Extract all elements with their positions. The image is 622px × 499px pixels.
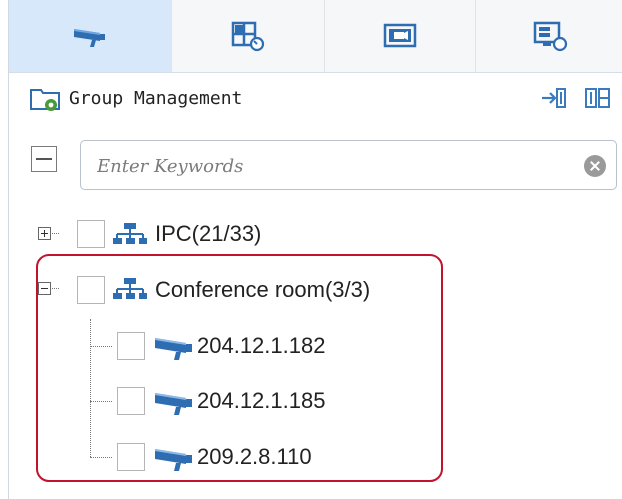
- video-wall-icon: [383, 23, 417, 48]
- import-icon[interactable]: [539, 86, 569, 110]
- camera-icon: [155, 393, 192, 415]
- tree-group-label[interactable]: Conference room(3/3): [155, 277, 370, 303]
- group-management-panel: Group Management Enter Keywords IPC(21/3…: [8, 0, 622, 499]
- tab-camera[interactable]: [9, 0, 172, 72]
- tree-connector: [90, 319, 91, 457]
- tree-connector: [90, 346, 112, 347]
- group-settings-folder-icon: [30, 89, 60, 111]
- checkbox-device[interactable]: [117, 443, 145, 471]
- checkbox-ipc[interactable]: [77, 220, 105, 248]
- camera-icon: [155, 338, 192, 360]
- clear-search-icon[interactable]: [584, 155, 606, 177]
- tree-connector: [52, 288, 59, 289]
- screen-refresh-icon: [533, 21, 567, 52]
- search-input[interactable]: [95, 151, 569, 181]
- tree-connector: [90, 401, 112, 402]
- device-label[interactable]: 204.12.1.182: [197, 333, 325, 359]
- checkbox-conference-room[interactable]: [77, 276, 105, 304]
- device-label[interactable]: 204.12.1.185: [197, 388, 325, 414]
- collapse-all-button[interactable]: [31, 146, 57, 172]
- device-tree: IPC(21/33) Conference room(3/3) 204.12.1…: [9, 200, 622, 499]
- expand-toggle-ipc[interactable]: [38, 227, 51, 240]
- expand-toggle-conference-room[interactable]: [38, 282, 51, 295]
- camera-icon: [155, 449, 192, 471]
- group-management-header: Group Management: [9, 72, 622, 124]
- export-icon[interactable]: [583, 86, 613, 110]
- tree-group-label[interactable]: IPC(21/33): [155, 221, 261, 247]
- tab-view-layout[interactable]: [172, 0, 325, 72]
- view-layout-icon: [231, 21, 265, 52]
- tab-bar: [9, 0, 622, 73]
- network-group-icon: [113, 223, 147, 244]
- checkbox-device[interactable]: [117, 387, 145, 415]
- tree-connector: [90, 457, 112, 458]
- device-label[interactable]: 209.2.8.110: [197, 444, 312, 470]
- checkbox-device[interactable]: [117, 332, 145, 360]
- tab-screen-refresh[interactable]: [476, 0, 622, 72]
- search-box: [80, 140, 617, 190]
- network-group-icon: [113, 278, 147, 299]
- tree-connector: [52, 233, 59, 234]
- camera-icon: [74, 29, 105, 47]
- tab-video-wall[interactable]: [325, 0, 476, 72]
- panel-title: Group Management: [69, 88, 243, 109]
